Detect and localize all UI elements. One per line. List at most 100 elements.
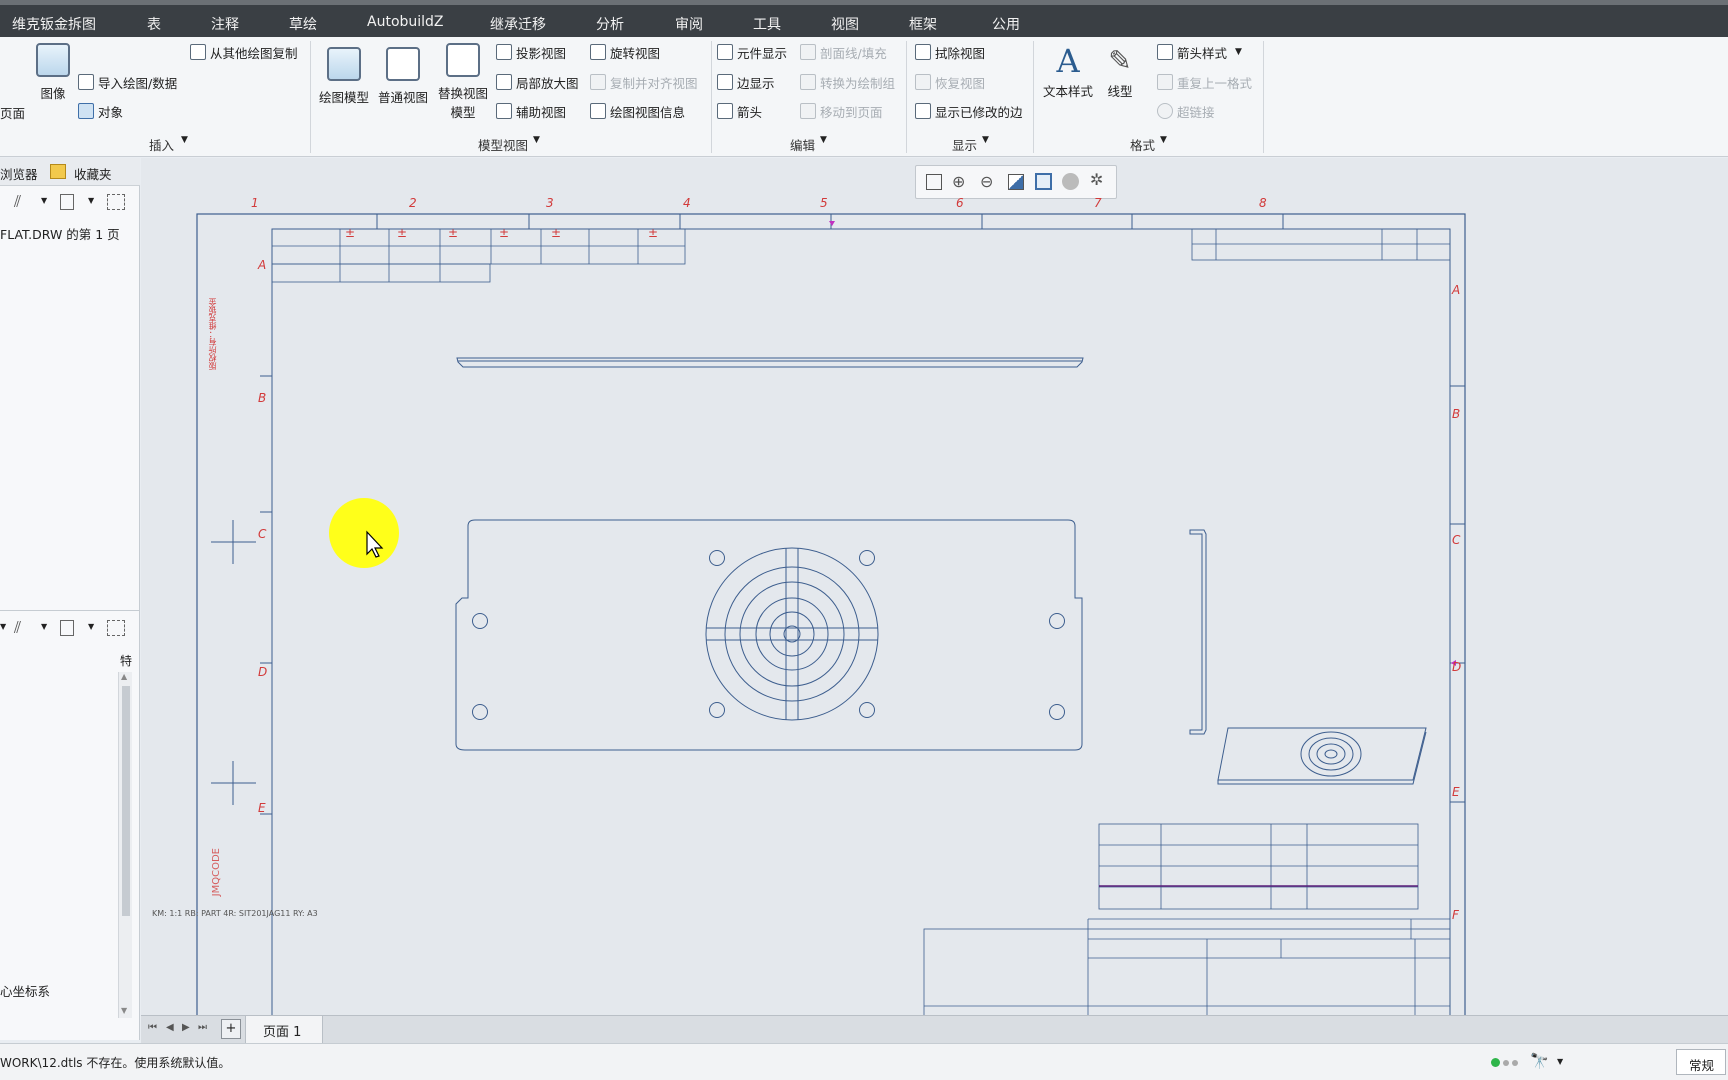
- chevron-down-icon[interactable]: ▼: [1557, 1057, 1563, 1066]
- menu-sketch[interactable]: 草绘: [289, 14, 317, 34]
- arrow-button[interactable]: 箭头: [717, 101, 762, 121]
- chevron-down-icon[interactable]: ▼: [88, 196, 94, 205]
- restore-view-button[interactable]: 恢复视图: [915, 72, 985, 92]
- edit-group-label[interactable]: 编辑: [790, 135, 815, 154]
- hyperlink-button[interactable]: 超链接: [1157, 101, 1215, 121]
- menu-table[interactable]: 表: [147, 14, 161, 34]
- zone-top-7: 7: [1094, 196, 1102, 210]
- tree-item-csys[interactable]: 心坐标系: [0, 981, 50, 1000]
- chevron-down-icon[interactable]: ▼: [41, 196, 47, 205]
- menu-weike[interactable]: 维克钣金拆图: [12, 14, 96, 34]
- scrollbar-thumb[interactable]: [122, 686, 130, 916]
- component-display-button[interactable]: 元件显示: [717, 42, 787, 62]
- detail-view-button[interactable]: 局部放大图: [496, 72, 579, 92]
- edge-display-button[interactable]: 边显示: [717, 72, 775, 92]
- code-text: JMQCODE: [211, 848, 222, 897]
- import-drawing-label: 导入绘图/数据: [98, 75, 178, 91]
- display-group-label[interactable]: 显示: [952, 135, 977, 154]
- tree-item-sheet[interactable]: FLAT.DRW 的第 1 页: [0, 224, 120, 243]
- auxiliary-view-button[interactable]: 辅助视图: [496, 101, 566, 121]
- chevron-down-icon[interactable]: ▼: [181, 135, 188, 145]
- menu-legacy-migration[interactable]: 继承迁移: [490, 14, 546, 34]
- layer-settings-icon[interactable]: [60, 620, 74, 636]
- next-page-icon[interactable]: ▶: [182, 1022, 190, 1033]
- view-info-button[interactable]: 绘图视图信息: [590, 101, 685, 121]
- chevron-down-icon[interactable]: ▼: [982, 135, 989, 145]
- section-fill-icon: [800, 44, 816, 60]
- chevron-down-icon[interactable]: ▼: [1235, 47, 1242, 57]
- show-icon[interactable]: [107, 620, 125, 636]
- show-modified-edges-button[interactable]: 显示已修改的边: [915, 101, 1023, 121]
- menu-frame[interactable]: 框架: [909, 14, 937, 34]
- replace-view-button[interactable]: 替换视图 模型: [435, 43, 491, 121]
- format-group-label[interactable]: 格式: [1130, 135, 1155, 154]
- zone-left-b: B: [258, 391, 267, 405]
- chevron-down-icon[interactable]: ▼: [0, 622, 6, 631]
- move-to-page-button[interactable]: 移动到页面: [800, 101, 883, 121]
- projection-view-button[interactable]: 投影视图: [496, 42, 566, 62]
- tree-settings-icon[interactable]: [60, 194, 74, 210]
- text-style-icon: A: [1056, 42, 1080, 80]
- show-modified-edges-label: 显示已修改的边: [935, 104, 1023, 120]
- page-button[interactable]: 页面: [0, 103, 25, 122]
- tolerance-mark: ±: [648, 226, 659, 240]
- chevron-down-icon[interactable]: ▼: [1160, 135, 1167, 145]
- text-style-button[interactable]: A 文本样式: [1040, 41, 1096, 100]
- scroll-up-icon[interactable]: ▲: [121, 672, 127, 681]
- menu-review[interactable]: 审阅: [675, 14, 703, 34]
- status-dot-icon: [1503, 1060, 1509, 1066]
- drawing-model-button[interactable]: 绘图模型: [316, 47, 372, 106]
- image-button[interactable]: 图像: [25, 43, 81, 102]
- insert-group-label[interactable]: 插入: [149, 135, 174, 154]
- find-icon[interactable]: 🔭: [1530, 1052, 1549, 1070]
- general-view-button[interactable]: 普通视图: [375, 47, 431, 106]
- group-divider: [1263, 41, 1264, 153]
- revolved-view-button[interactable]: 旋转视图: [590, 42, 660, 62]
- zone-right-d: D: [1452, 660, 1462, 674]
- drawing-model-icon: [327, 47, 361, 81]
- menu-annotate[interactable]: 注释: [211, 14, 239, 34]
- prev-page-icon[interactable]: ◀: [166, 1022, 174, 1033]
- scroll-down-icon[interactable]: ▼: [121, 1006, 127, 1015]
- menu-tools[interactable]: 工具: [753, 14, 781, 34]
- show-icon[interactable]: [107, 194, 125, 210]
- tab-browser[interactable]: 浏览器: [0, 164, 38, 183]
- tab-favorites[interactable]: 收藏夹: [74, 164, 112, 183]
- chevron-down-icon[interactable]: ▼: [820, 135, 827, 145]
- object-button[interactable]: 对象: [78, 101, 123, 121]
- convert-group-button[interactable]: 转换为绘制组: [800, 72, 895, 92]
- erase-view-button[interactable]: 拭除视图: [915, 42, 985, 62]
- scrollbar[interactable]: ▲ ▼: [118, 672, 132, 1018]
- chevron-down-icon[interactable]: ▼: [41, 622, 47, 631]
- import-drawing-button[interactable]: 导入绘图/数据: [78, 72, 177, 92]
- line-style-button[interactable]: ✎ 线型: [1092, 41, 1148, 100]
- restore-view-icon: [915, 74, 931, 90]
- zone-top-6: 6: [956, 196, 964, 210]
- arrow-style-button[interactable]: 箭头样式 ▼: [1157, 42, 1242, 62]
- tab-page-1[interactable]: 页面 1: [245, 1016, 323, 1043]
- convert-group-label: 转换为绘制组: [820, 75, 896, 91]
- copy-from-other-drawing-button[interactable]: 从其他绘图复制: [190, 42, 298, 62]
- tree-filter-icon[interactable]: ⫽: [14, 192, 21, 212]
- first-page-icon[interactable]: ⏮: [148, 1022, 157, 1033]
- layer-filter-icon[interactable]: ⫽: [14, 618, 21, 638]
- drawing-canvas[interactable]: ⊕ ⊖ ✲ 1 2 3 4 5 6 7 8 A B C D E A B C D …: [141, 158, 1728, 1015]
- copyright-text: 版权所有：维克钣金: [208, 298, 217, 370]
- status-dot-icon: [1512, 1060, 1518, 1066]
- add-page-button[interactable]: +: [221, 1019, 241, 1039]
- menu-common[interactable]: 公用: [992, 14, 1020, 34]
- menu-view[interactable]: 视图: [831, 14, 859, 34]
- arrow-label: 箭头: [737, 104, 763, 120]
- copy-align-view-button[interactable]: 复制并对齐视图: [590, 72, 698, 92]
- chevron-down-icon[interactable]: ▼: [88, 622, 94, 631]
- cursor-highlight: [329, 498, 399, 568]
- last-page-icon[interactable]: ⏭: [198, 1022, 207, 1033]
- model-views-group-label[interactable]: 模型视图: [478, 135, 528, 154]
- chevron-down-icon[interactable]: ▼: [533, 135, 540, 145]
- model-tree-panel: 浏览器 收藏夹 ⫽ ▼ ▼ FLAT.DRW 的第 1 页 ▼ ⫽ ▼ ▼ 特 …: [0, 158, 140, 1040]
- section-fill-button[interactable]: 剖面线/填充: [800, 42, 887, 62]
- selection-filter-dropdown[interactable]: 常规: [1676, 1049, 1726, 1075]
- menu-autobuildz[interactable]: AutobuildZ: [367, 14, 444, 30]
- repeat-format-button[interactable]: 重复上一格式: [1157, 72, 1252, 92]
- menu-analysis[interactable]: 分析: [596, 14, 624, 34]
